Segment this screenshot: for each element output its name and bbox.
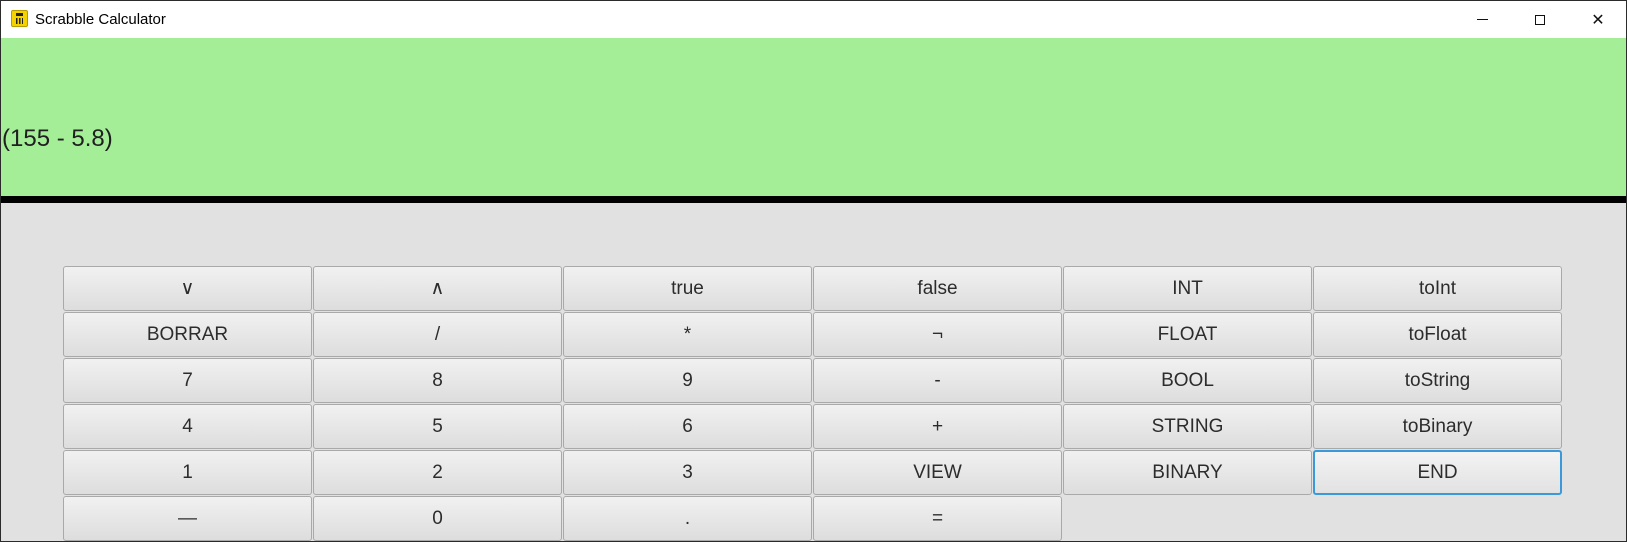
key-multiply-button[interactable]: * (563, 312, 812, 357)
key-false-button[interactable]: false (813, 266, 1062, 311)
key-not-button[interactable]: ¬ (813, 312, 1062, 357)
key-tobinary-button[interactable]: toBinary (1313, 404, 1562, 449)
key-6-button[interactable]: 6 (563, 404, 812, 449)
key-0-button[interactable]: 0 (313, 496, 562, 541)
key-equals-button[interactable]: = (813, 496, 1062, 541)
key-toint-button[interactable]: toInt (1313, 266, 1562, 311)
close-icon: ✕ (1591, 11, 1605, 29)
maximize-button[interactable] (1511, 1, 1569, 38)
key-5-button[interactable]: 5 (313, 404, 562, 449)
key-8-button[interactable]: 8 (313, 358, 562, 403)
key-view-button[interactable]: VIEW (813, 450, 1062, 495)
key-bool-button[interactable]: BOOL (1063, 358, 1312, 403)
key-2-button[interactable]: 2 (313, 450, 562, 495)
expression-display: (155 - 5.8) (1, 38, 1626, 203)
key-decimal-point-button[interactable]: . (563, 496, 812, 541)
key-float-button[interactable]: FLOAT (1063, 312, 1312, 357)
key-9-button[interactable]: 9 (563, 358, 812, 403)
app-window: Scrabble Calculator ✕ (155 - 5.8) ∨ ∧ true… (0, 0, 1627, 542)
key-tofloat-button[interactable]: toFloat (1313, 312, 1562, 357)
expression-text: (155 - 5.8) (2, 125, 113, 152)
calculator-icon (11, 10, 28, 27)
key-true-button[interactable]: true (563, 266, 812, 311)
key-3-button[interactable]: 3 (563, 450, 812, 495)
title-bar: Scrabble Calculator ✕ (1, 1, 1626, 38)
key-int-button[interactable]: INT (1063, 266, 1312, 311)
key-plus-button[interactable]: + (813, 404, 1062, 449)
key-or-button[interactable]: ∨ (63, 266, 312, 311)
close-button[interactable]: ✕ (1569, 1, 1627, 38)
key-1-button[interactable]: 1 (63, 450, 312, 495)
key-minus-button[interactable]: - (813, 358, 1062, 403)
key-borrar-button[interactable]: BORRAR (63, 312, 312, 357)
key-string-button[interactable]: STRING (1063, 404, 1312, 449)
key-function toString() { [native code] }-button[interactable]: toString (1313, 358, 1562, 403)
minimize-button[interactable] (1453, 1, 1511, 38)
keypad: ∨ ∧ true false INT toInt BORRAR / * ¬ FLOAT toFloat… (63, 266, 1563, 542)
key-and-button[interactable]: ∧ (313, 266, 562, 311)
key-binary-button[interactable]: BINARY (1063, 450, 1312, 495)
key-divide-button[interactable]: / (313, 312, 562, 357)
key-dash-button[interactable]: — (63, 496, 312, 541)
key-7-button[interactable]: 7 (63, 358, 312, 403)
window-title: Scrabble Calculator (35, 11, 166, 28)
maximize-icon (1535, 14, 1545, 25)
minimize-icon (1476, 19, 1488, 20)
key-end-button[interactable]: END (1313, 450, 1562, 495)
key-4-button[interactable]: 4 (63, 404, 312, 449)
